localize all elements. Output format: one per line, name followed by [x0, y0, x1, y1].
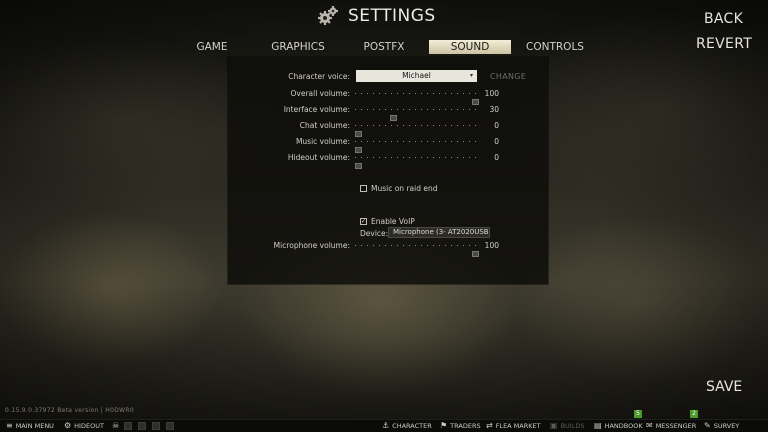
music-volume-value: 0 [494, 137, 499, 146]
handbook-icon: ▤ [594, 421, 602, 430]
character-voice-label: Character voice: [288, 72, 350, 81]
slider-handle[interactable] [355, 163, 362, 169]
bottom-menu-bar: ≡ MAIN MENU ⚙ HIDEOUT ☠ ⚓ CHARACTER ⚑ TR… [0, 419, 768, 432]
hideout-button[interactable]: ⚙ HIDEOUT [64, 420, 104, 432]
page-title: SETTINGS [348, 6, 436, 26]
music-volume-label: Music volume: [295, 137, 350, 146]
quickslot-4[interactable] [166, 422, 174, 430]
interface-volume-value: 30 [489, 105, 499, 114]
chat-volume-slider[interactable] [355, 122, 479, 137]
change-voice-button[interactable]: CHANGE [490, 72, 526, 81]
slider-handle[interactable] [472, 251, 479, 257]
back-button[interactable]: BACK [704, 11, 743, 27]
device-value: Microphone (3- AT2020USB+ [393, 228, 490, 236]
traders-button[interactable]: ⚑ TRADERS [440, 420, 481, 432]
messenger-badge: 2 [690, 410, 698, 418]
quickslot-2[interactable] [138, 422, 146, 430]
enable-voip-checkbox[interactable]: ✓ [360, 218, 367, 225]
overall-volume-value: 100 [484, 89, 499, 98]
microphone-volume-label: Microphone volume: [273, 241, 350, 250]
handbook-button[interactable]: ▤ HANDBOOK [594, 420, 643, 432]
character-label: CHARACTER [392, 422, 432, 430]
handbook-label: HANDBOOK [604, 422, 643, 430]
overall-volume-label: Overall volume: [290, 89, 351, 98]
tab-graphics[interactable]: GRAPHICS [266, 40, 330, 54]
gears-icon [318, 6, 338, 25]
messenger-label: MESSENGER [655, 422, 697, 430]
hideout-volume-label: Hideout volume: [287, 153, 350, 162]
slider-handle[interactable] [355, 131, 362, 137]
character-icon: ⚓ [382, 421, 390, 430]
traders-icon: ⚑ [440, 421, 448, 430]
slider-track [355, 157, 479, 158]
page-header: SETTINGS [316, 3, 436, 29]
slider-track [355, 109, 479, 110]
quickslot-1[interactable] [124, 422, 132, 430]
microphone-volume-value: 100 [484, 241, 499, 250]
enable-voip-label: Enable VoIP [371, 217, 415, 226]
slider-track [355, 93, 479, 94]
tab-sound[interactable]: SOUND [429, 40, 511, 54]
device-label: Device: [360, 229, 389, 238]
chat-volume-label: Chat volume: [299, 121, 350, 130]
overall-volume-slider[interactable] [355, 90, 479, 105]
hideout-volume-slider[interactable] [355, 154, 479, 169]
main-menu-button[interactable]: ≡ MAIN MENU [6, 420, 54, 432]
interface-volume-slider[interactable] [355, 106, 479, 121]
save-button[interactable]: SAVE [706, 379, 742, 395]
hideout-icon: ⚙ [64, 421, 72, 430]
slider-handle[interactable] [355, 147, 362, 153]
handbook-badge: 5 [634, 410, 642, 418]
hideout-volume-value: 0 [494, 153, 499, 162]
survey-icon: ✎ [704, 421, 711, 430]
messenger-button[interactable]: ✉ MESSENGER [646, 420, 696, 432]
device-dropdown[interactable]: Microphone (3- AT2020USB+ [388, 227, 490, 238]
tab-game[interactable]: GAME [190, 40, 234, 54]
character-voice-dropdown[interactable]: Michael ▾ [356, 70, 477, 82]
menu-icon: ≡ [6, 421, 13, 430]
checkmark-icon: ✓ [361, 218, 367, 225]
slider-track [355, 125, 479, 126]
builds-button[interactable]: ▣ BUILDS [550, 420, 584, 432]
music-on-raid-end-checkbox[interactable] [360, 185, 367, 192]
slider-track [355, 141, 479, 142]
traders-label: TRADERS [450, 422, 481, 430]
tab-postfx[interactable]: POSTFX [356, 40, 412, 54]
chevron-down-icon: ▾ [469, 72, 473, 79]
music-on-raid-end-label: Music on raid end [371, 184, 438, 193]
tab-controls[interactable]: CONTROLS [522, 40, 588, 54]
flea-market-icon: ⇄ [486, 421, 493, 430]
hideout-label: HIDEOUT [74, 422, 104, 430]
slider-track [355, 245, 479, 246]
settings-tabs: GAME GRAPHICS POSTFX SOUND CONTROLS [0, 40, 768, 54]
character-button[interactable]: ⚓ CHARACTER [382, 420, 432, 432]
flea-market-label: FLEA MARKET [495, 422, 541, 430]
survey-button[interactable]: ✎ SURVEY [704, 420, 739, 432]
chat-volume-value: 0 [494, 121, 499, 130]
builds-label: BUILDS [560, 422, 585, 430]
builds-icon: ▣ [550, 421, 558, 430]
messenger-icon: ✉ [646, 421, 653, 430]
survey-label: SURVEY [713, 422, 740, 430]
skull-button[interactable]: ☠ [112, 420, 119, 432]
quickslot-3[interactable] [152, 422, 160, 430]
microphone-volume-slider[interactable] [355, 242, 479, 257]
main-menu-label: MAIN MENU [15, 422, 54, 430]
version-text: 0.15.9.0.37972 Beta version | H0DWR0 [5, 407, 134, 414]
skull-icon: ☠ [112, 421, 120, 430]
character-voice-value: Michael [402, 71, 431, 80]
flea-market-button[interactable]: ⇄ FLEA MARKET [486, 420, 541, 432]
interface-volume-label: Interface volume: [283, 105, 350, 114]
music-volume-slider[interactable] [355, 138, 479, 153]
slider-handle[interactable] [390, 115, 397, 121]
